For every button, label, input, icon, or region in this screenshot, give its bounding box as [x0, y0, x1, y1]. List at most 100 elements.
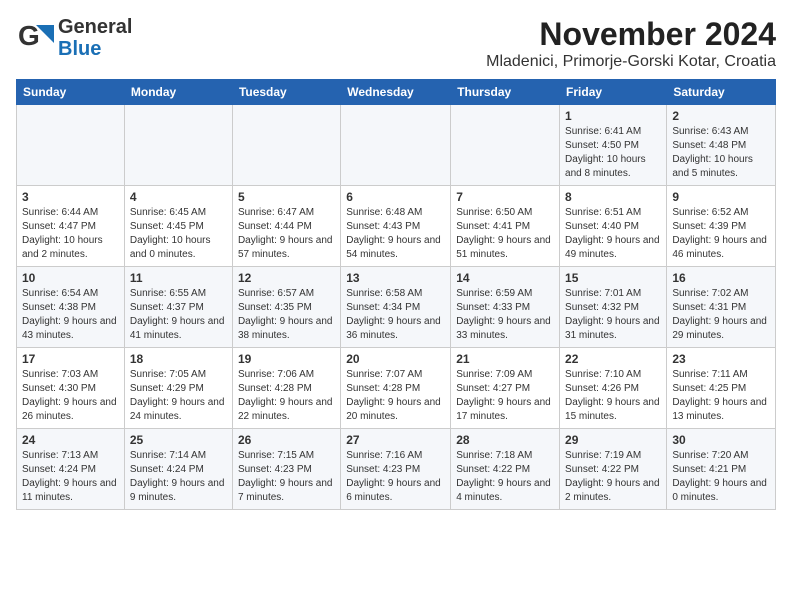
day-info: Sunrise: 6:47 AMSunset: 4:44 PMDaylight:… — [238, 206, 335, 262]
calendar-day-cell: 28 Sunrise: 7:18 AMSunset: 4:22 PMDayligh… — [451, 429, 560, 510]
day-number: 25 — [130, 433, 227, 447]
title-area: November 2024 Mladenici, Primorje-Gorski… — [486, 16, 776, 71]
day-number: 28 — [456, 433, 554, 447]
calendar-day-cell: 16Sunrise: 7:02 AMSunset: 4:31 PMDayligh… — [667, 267, 776, 348]
day-info: Sunrise: 6:58 AMSunset: 4:34 PMDaylight:… — [346, 287, 445, 343]
calendar-day-cell: 19 Sunrise: 7:06 AMSunset: 4:28 PMDayligh… — [232, 348, 340, 429]
calendar-day-cell: 17 Sunrise: 7:03 AMSunset: 4:30 PMDayligh… — [17, 348, 125, 429]
calendar-day-header: Tuesday — [232, 80, 340, 105]
calendar-week-row: 1 Sunrise: 6:41 AMSunset: 4:50 PMDaylight… — [17, 105, 776, 186]
day-number: 26 — [238, 433, 335, 447]
day-number: 15 — [565, 271, 661, 285]
logo-text: General Blue — [58, 16, 132, 60]
day-info: Sunrise: 6:41 AMSunset: 4:50 PMDaylight:… — [565, 125, 661, 181]
calendar-day-cell: 26 Sunrise: 7:15 AMSunset: 4:23 PMDayligh… — [232, 429, 340, 510]
calendar-day-header: Wednesday — [341, 80, 451, 105]
calendar-day-cell: 8 Sunrise: 6:51 AMSunset: 4:40 PMDaylight… — [560, 186, 667, 267]
day-info: Sunrise: 7:02 AMSunset: 4:31 PMDaylight:… — [672, 287, 770, 343]
day-number: 8 — [565, 190, 661, 204]
day-number: 1 — [565, 109, 661, 123]
day-number: 6 — [346, 190, 445, 204]
calendar-week-row: 17 Sunrise: 7:03 AMSunset: 4:30 PMDayligh… — [17, 348, 776, 429]
day-info: Sunrise: 6:44 AMSunset: 4:47 PMDaylight:… — [22, 206, 119, 262]
day-info: Sunrise: 7:01 AMSunset: 4:32 PMDaylight:… — [565, 287, 661, 343]
day-number: 19 — [238, 352, 335, 366]
calendar-day-cell: 4 Sunrise: 6:45 AMSunset: 4:45 PMDaylight… — [124, 186, 232, 267]
day-number: 29 — [565, 433, 661, 447]
day-number: 12 — [238, 271, 335, 285]
day-info: Sunrise: 6:48 AMSunset: 4:43 PMDaylight:… — [346, 206, 445, 262]
day-number: 11 — [130, 271, 227, 285]
calendar-day-cell — [17, 105, 125, 186]
day-info: Sunrise: 6:55 AMSunset: 4:37 PMDaylight:… — [130, 287, 227, 343]
calendar-subtitle: Mladenici, Primorje-Gorski Kotar, Croati… — [486, 53, 776, 71]
calendar-day-cell: 13Sunrise: 6:58 AMSunset: 4:34 PMDayligh… — [341, 267, 451, 348]
day-info: Sunrise: 6:54 AMSunset: 4:38 PMDaylight:… — [22, 287, 119, 343]
calendar-day-cell: 10 Sunrise: 6:54 AMSunset: 4:38 PMDayligh… — [17, 267, 125, 348]
day-info: Sunrise: 7:16 AMSunset: 4:23 PMDaylight:… — [346, 449, 445, 505]
day-info: Sunrise: 6:45 AMSunset: 4:45 PMDaylight:… — [130, 206, 227, 262]
day-info: Sunrise: 7:03 AMSunset: 4:30 PMDaylight:… — [22, 368, 119, 424]
calendar-day-cell: 18 Sunrise: 7:05 AMSunset: 4:29 PMDayligh… — [124, 348, 232, 429]
calendar-day-cell: 24Sunrise: 7:13 AMSunset: 4:24 PMDayligh… — [17, 429, 125, 510]
calendar-day-cell: 22Sunrise: 7:10 AMSunset: 4:26 PMDayligh… — [560, 348, 667, 429]
calendar-week-row: 10 Sunrise: 6:54 AMSunset: 4:38 PMDayligh… — [17, 267, 776, 348]
calendar-day-cell: 6 Sunrise: 6:48 AMSunset: 4:43 PMDaylight… — [341, 186, 451, 267]
day-number: 18 — [130, 352, 227, 366]
calendar-day-cell: 9Sunrise: 6:52 AMSunset: 4:39 PMDaylight… — [667, 186, 776, 267]
day-number: 22 — [565, 352, 661, 366]
day-number: 17 — [22, 352, 119, 366]
calendar-week-row: 24Sunrise: 7:13 AMSunset: 4:24 PMDayligh… — [17, 429, 776, 510]
calendar-day-header: Sunday — [17, 80, 125, 105]
day-info: Sunrise: 6:51 AMSunset: 4:40 PMDaylight:… — [565, 206, 661, 262]
day-info: Sunrise: 7:19 AMSunset: 4:22 PMDaylight:… — [565, 449, 661, 505]
day-info: Sunrise: 7:18 AMSunset: 4:22 PMDaylight:… — [456, 449, 554, 505]
calendar-day-cell: 29 Sunrise: 7:19 AMSunset: 4:22 PMDayligh… — [560, 429, 667, 510]
page-header: G General Blue November 2024 Mladenici, … — [16, 16, 776, 71]
day-number: 9 — [672, 190, 770, 204]
calendar-title: November 2024 — [486, 16, 776, 53]
calendar-day-cell: 21 Sunrise: 7:09 AMSunset: 4:27 PMDayligh… — [451, 348, 560, 429]
calendar-day-cell: 20Sunrise: 7:07 AMSunset: 4:28 PMDayligh… — [341, 348, 451, 429]
calendar-day-cell — [124, 105, 232, 186]
calendar-day-cell: 7Sunrise: 6:50 AMSunset: 4:41 PMDaylight… — [451, 186, 560, 267]
calendar-day-header: Thursday — [451, 80, 560, 105]
day-info: Sunrise: 6:57 AMSunset: 4:35 PMDaylight:… — [238, 287, 335, 343]
calendar-day-cell: 15 Sunrise: 7:01 AMSunset: 4:32 PMDayligh… — [560, 267, 667, 348]
day-info: Sunrise: 7:06 AMSunset: 4:28 PMDaylight:… — [238, 368, 335, 424]
calendar-day-cell — [341, 105, 451, 186]
calendar-header-row: SundayMondayTuesdayWednesdayThursdayFrid… — [17, 80, 776, 105]
calendar-day-cell — [451, 105, 560, 186]
day-info: Sunrise: 6:43 AMSunset: 4:48 PMDaylight:… — [672, 125, 770, 181]
calendar-day-cell: 27Sunrise: 7:16 AMSunset: 4:23 PMDayligh… — [341, 429, 451, 510]
calendar-day-cell: 2 Sunrise: 6:43 AMSunset: 4:48 PMDaylight… — [667, 105, 776, 186]
calendar-day-cell: 14 Sunrise: 6:59 AMSunset: 4:33 PMDayligh… — [451, 267, 560, 348]
calendar-week-row: 3Sunrise: 6:44 AMSunset: 4:47 PMDaylight… — [17, 186, 776, 267]
calendar-day-cell: 23Sunrise: 7:11 AMSunset: 4:25 PMDayligh… — [667, 348, 776, 429]
day-number: 5 — [238, 190, 335, 204]
calendar-day-cell: 3Sunrise: 6:44 AMSunset: 4:47 PMDaylight… — [17, 186, 125, 267]
calendar-day-cell: 11 Sunrise: 6:55 AMSunset: 4:37 PMDayligh… — [124, 267, 232, 348]
day-info: Sunrise: 7:15 AMSunset: 4:23 PMDaylight:… — [238, 449, 335, 505]
calendar-day-cell: 5 Sunrise: 6:47 AMSunset: 4:44 PMDaylight… — [232, 186, 340, 267]
day-number: 10 — [22, 271, 119, 285]
calendar-day-header: Saturday — [667, 80, 776, 105]
day-number: 14 — [456, 271, 554, 285]
day-info: Sunrise: 7:11 AMSunset: 4:25 PMDaylight:… — [672, 368, 770, 424]
calendar-day-cell — [232, 105, 340, 186]
calendar-table: SundayMondayTuesdayWednesdayThursdayFrid… — [16, 79, 776, 510]
day-number: 2 — [672, 109, 770, 123]
calendar-day-header: Friday — [560, 80, 667, 105]
calendar-day-header: Monday — [124, 80, 232, 105]
day-info: Sunrise: 7:05 AMSunset: 4:29 PMDaylight:… — [130, 368, 227, 424]
day-number: 21 — [456, 352, 554, 366]
calendar-day-cell: 30Sunrise: 7:20 AMSunset: 4:21 PMDayligh… — [667, 429, 776, 510]
day-info: Sunrise: 7:14 AMSunset: 4:24 PMDaylight:… — [130, 449, 227, 505]
day-info: Sunrise: 6:50 AMSunset: 4:41 PMDaylight:… — [456, 206, 554, 262]
day-number: 4 — [130, 190, 227, 204]
day-number: 20 — [346, 352, 445, 366]
day-info: Sunrise: 7:09 AMSunset: 4:27 PMDaylight:… — [456, 368, 554, 424]
logo: G General Blue — [16, 16, 132, 60]
day-number: 30 — [672, 433, 770, 447]
day-info: Sunrise: 6:59 AMSunset: 4:33 PMDaylight:… — [456, 287, 554, 343]
